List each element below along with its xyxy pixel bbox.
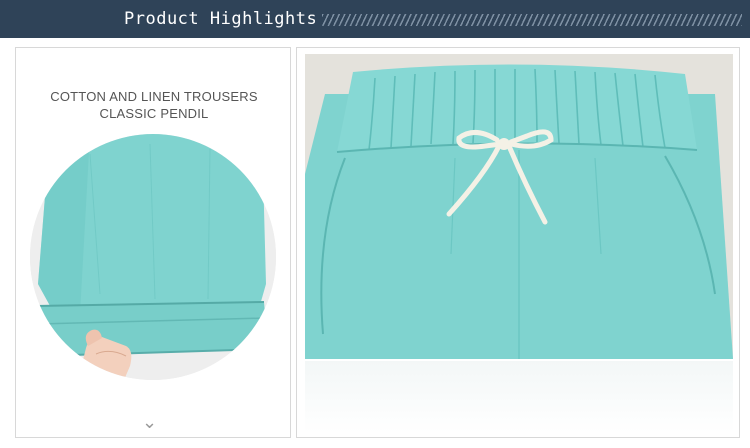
fabric-detail-panel: COTTON AND LINEN TROUSERS CLASSIC PENDIL… [15, 47, 291, 438]
photo-reflection [305, 361, 733, 433]
section-title: Product Highlights [124, 9, 318, 29]
header-hatch-decoration [322, 14, 742, 26]
caption-line-2: CLASSIC PENDIL [99, 106, 209, 121]
chevron-down-icon: ⌄ [142, 412, 158, 433]
waistband-photo [305, 54, 733, 359]
fabric-closeup-illustration [30, 134, 276, 380]
waistband-panel [296, 47, 740, 438]
caption-line-1: COTTON AND LINEN TROUSERS [50, 89, 258, 104]
fabric-closeup-image [30, 134, 276, 380]
section-header: Product Highlights [0, 0, 750, 38]
trousers-waistband-illustration [305, 54, 733, 359]
